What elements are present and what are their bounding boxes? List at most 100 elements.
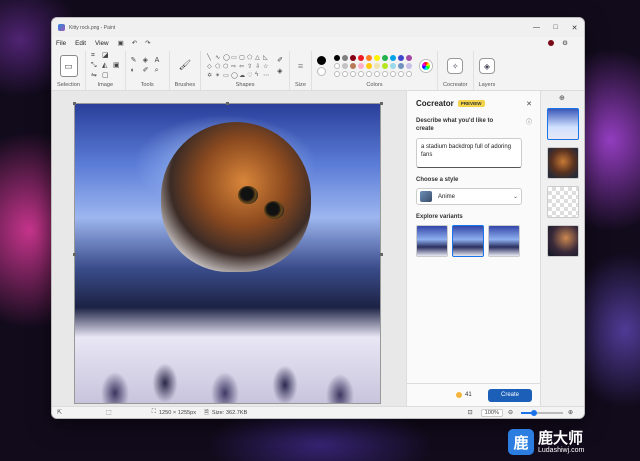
oval-shape-icon[interactable]: ◯: [223, 54, 230, 61]
resize-handle-l[interactable]: [73, 253, 76, 256]
color-swatch[interactable]: [381, 63, 388, 69]
right-arrow-shape-icon[interactable]: ⇨: [231, 63, 238, 70]
brush-icon[interactable]: 🖌: [179, 61, 192, 71]
canvas-area[interactable]: [52, 91, 406, 406]
color-swatch[interactable]: [357, 55, 364, 61]
zoom-in-icon[interactable]: ⊕: [568, 409, 573, 416]
right-triangle-shape-icon[interactable]: ◺: [263, 54, 270, 61]
prompt-textarea[interactable]: a stadium backdrop full of adoring fans: [416, 138, 522, 168]
custom-color-slot[interactable]: [389, 71, 396, 77]
variant-thumbnail-1[interactable]: [416, 225, 448, 257]
color-swatch[interactable]: [349, 63, 356, 69]
layer-thumbnail-2[interactable]: [547, 147, 579, 179]
layer-thumbnail-4[interactable]: [547, 225, 579, 257]
color-swatch[interactable]: [397, 63, 404, 69]
more-shapes-icon[interactable]: ⋯: [263, 72, 270, 79]
custom-color-slot[interactable]: [357, 71, 364, 77]
undo-icon[interactable]: ↶: [132, 39, 137, 47]
fit-to-window-icon[interactable]: ⊡: [468, 409, 473, 416]
close-icon[interactable]: ✕: [526, 100, 532, 108]
color-swatch[interactable]: [357, 63, 364, 69]
polygon-shape-icon[interactable]: ⬠: [247, 54, 254, 61]
zoom-slider[interactable]: [520, 409, 563, 416]
variant-thumbnail-2[interactable]: [452, 225, 484, 257]
triangle-shape-icon[interactable]: △: [255, 54, 262, 61]
settings-gear-icon[interactable]: ⚙: [562, 39, 568, 47]
background-remove-icon[interactable]: ◪: [102, 52, 110, 60]
curve-shape-icon[interactable]: ∿: [215, 54, 222, 61]
custom-color-slot[interactable]: [333, 71, 340, 77]
variant-thumbnail-3[interactable]: [488, 225, 520, 257]
profile-color-dot[interactable]: [548, 40, 555, 46]
color-swatch[interactable]: [373, 55, 380, 61]
color-swatch[interactable]: [389, 55, 396, 61]
size-icon[interactable]: ≡: [298, 62, 303, 71]
down-arrow-shape-icon[interactable]: ⇩: [255, 63, 262, 70]
primary-color[interactable]: [316, 56, 326, 65]
color-swatch[interactable]: [397, 55, 404, 61]
custom-color-slot[interactable]: [397, 71, 404, 77]
menu-view[interactable]: View: [95, 40, 109, 47]
menu-file[interactable]: File: [56, 40, 66, 47]
shape-fill-icon[interactable]: ◈: [277, 68, 283, 76]
cloud-callout-shape-icon[interactable]: ☁: [239, 72, 246, 79]
custom-color-slot[interactable]: [365, 71, 372, 77]
resize-handle-tl[interactable]: [73, 102, 76, 105]
custom-color-slot[interactable]: [341, 71, 348, 77]
color-swatch[interactable]: [365, 63, 372, 69]
custom-color-slot[interactable]: [349, 71, 356, 77]
menu-edit[interactable]: Edit: [75, 40, 86, 47]
color-swatch[interactable]: [341, 63, 348, 69]
color-swatch[interactable]: [365, 55, 372, 61]
minimize-button[interactable]: —: [527, 18, 546, 37]
color-picker-icon[interactable]: ✐: [143, 67, 152, 75]
layer-thumbnail-3[interactable]: [547, 186, 579, 218]
color-swatch[interactable]: [373, 63, 380, 69]
flip-icon[interactable]: ⇋: [91, 72, 99, 80]
star6-shape-icon[interactable]: ✡: [207, 72, 214, 79]
magnifier-icon[interactable]: ⌕: [155, 67, 164, 75]
color-palette[interactable]: [333, 55, 412, 77]
image-select-icon[interactable]: ▢: [102, 72, 110, 80]
color-swatch[interactable]: [333, 63, 340, 69]
edit-colors-icon[interactable]: [419, 60, 432, 72]
diamond-shape-icon[interactable]: ◇: [207, 63, 214, 70]
cocreator-icon[interactable]: ✧: [447, 58, 464, 74]
eraser-icon[interactable]: ◐: [131, 67, 140, 75]
color-swatch[interactable]: [341, 55, 348, 61]
layer-thumbnail-1[interactable]: [547, 108, 579, 140]
resize-icon[interactable]: ⤡: [91, 62, 99, 70]
custom-color-slot[interactable]: [405, 71, 412, 77]
redo-icon[interactable]: ↷: [145, 39, 150, 47]
rect-callout-shape-icon[interactable]: ▭: [223, 72, 230, 79]
canvas-image[interactable]: [74, 103, 381, 404]
close-button[interactable]: ✕: [565, 18, 584, 37]
secondary-color[interactable]: [316, 67, 326, 76]
resize-handle-t[interactable]: [226, 102, 229, 105]
pencil-icon[interactable]: ✎: [131, 57, 140, 65]
save-icon[interactable]: ▣: [118, 39, 124, 47]
layers-icon[interactable]: ◈: [478, 58, 495, 74]
rounded-rect-shape-icon[interactable]: ▢: [239, 54, 246, 61]
up-arrow-shape-icon[interactable]: ⇧: [247, 63, 254, 70]
outline-icon[interactable]: ✐: [277, 57, 283, 65]
image-edit-icon[interactable]: ▣: [113, 62, 120, 70]
rectangle-shape-icon[interactable]: ▭: [231, 54, 238, 61]
style-dropdown[interactable]: Anime ⌄: [416, 188, 522, 205]
text-icon[interactable]: A: [155, 57, 164, 65]
lightning-shape-icon[interactable]: ϟ: [255, 72, 262, 79]
zoom-slider-knob[interactable]: [530, 409, 537, 416]
star-shape-icon[interactable]: ☆: [263, 63, 270, 70]
pentagon-shape-icon[interactable]: ⬠: [215, 63, 222, 70]
left-arrow-shape-icon[interactable]: ⇦: [239, 63, 246, 70]
color-swatch[interactable]: [349, 55, 356, 61]
heart-shape-icon[interactable]: ♡: [247, 72, 254, 79]
selection-tool-icon[interactable]: ▭: [59, 55, 78, 77]
color-swatch[interactable]: [405, 55, 412, 61]
fill-icon[interactable]: ◈: [143, 57, 152, 65]
info-icon[interactable]: ⓘ: [526, 117, 532, 126]
shapes-gallery[interactable]: ╲ ∿ ◯ ▭ ▢ ⬠ △ ◺ ◇ ⬠ ⬡ ⇨ ⇦ ⇧ ⇩ ☆ ✡ ✴ ▭ ◯ ☁ ♡ ϟ ⋯: [207, 54, 270, 79]
resize-handle-tr[interactable]: [380, 102, 383, 105]
custom-color-slot[interactable]: [373, 71, 380, 77]
hexagon-shape-icon[interactable]: ⬡: [223, 63, 230, 70]
